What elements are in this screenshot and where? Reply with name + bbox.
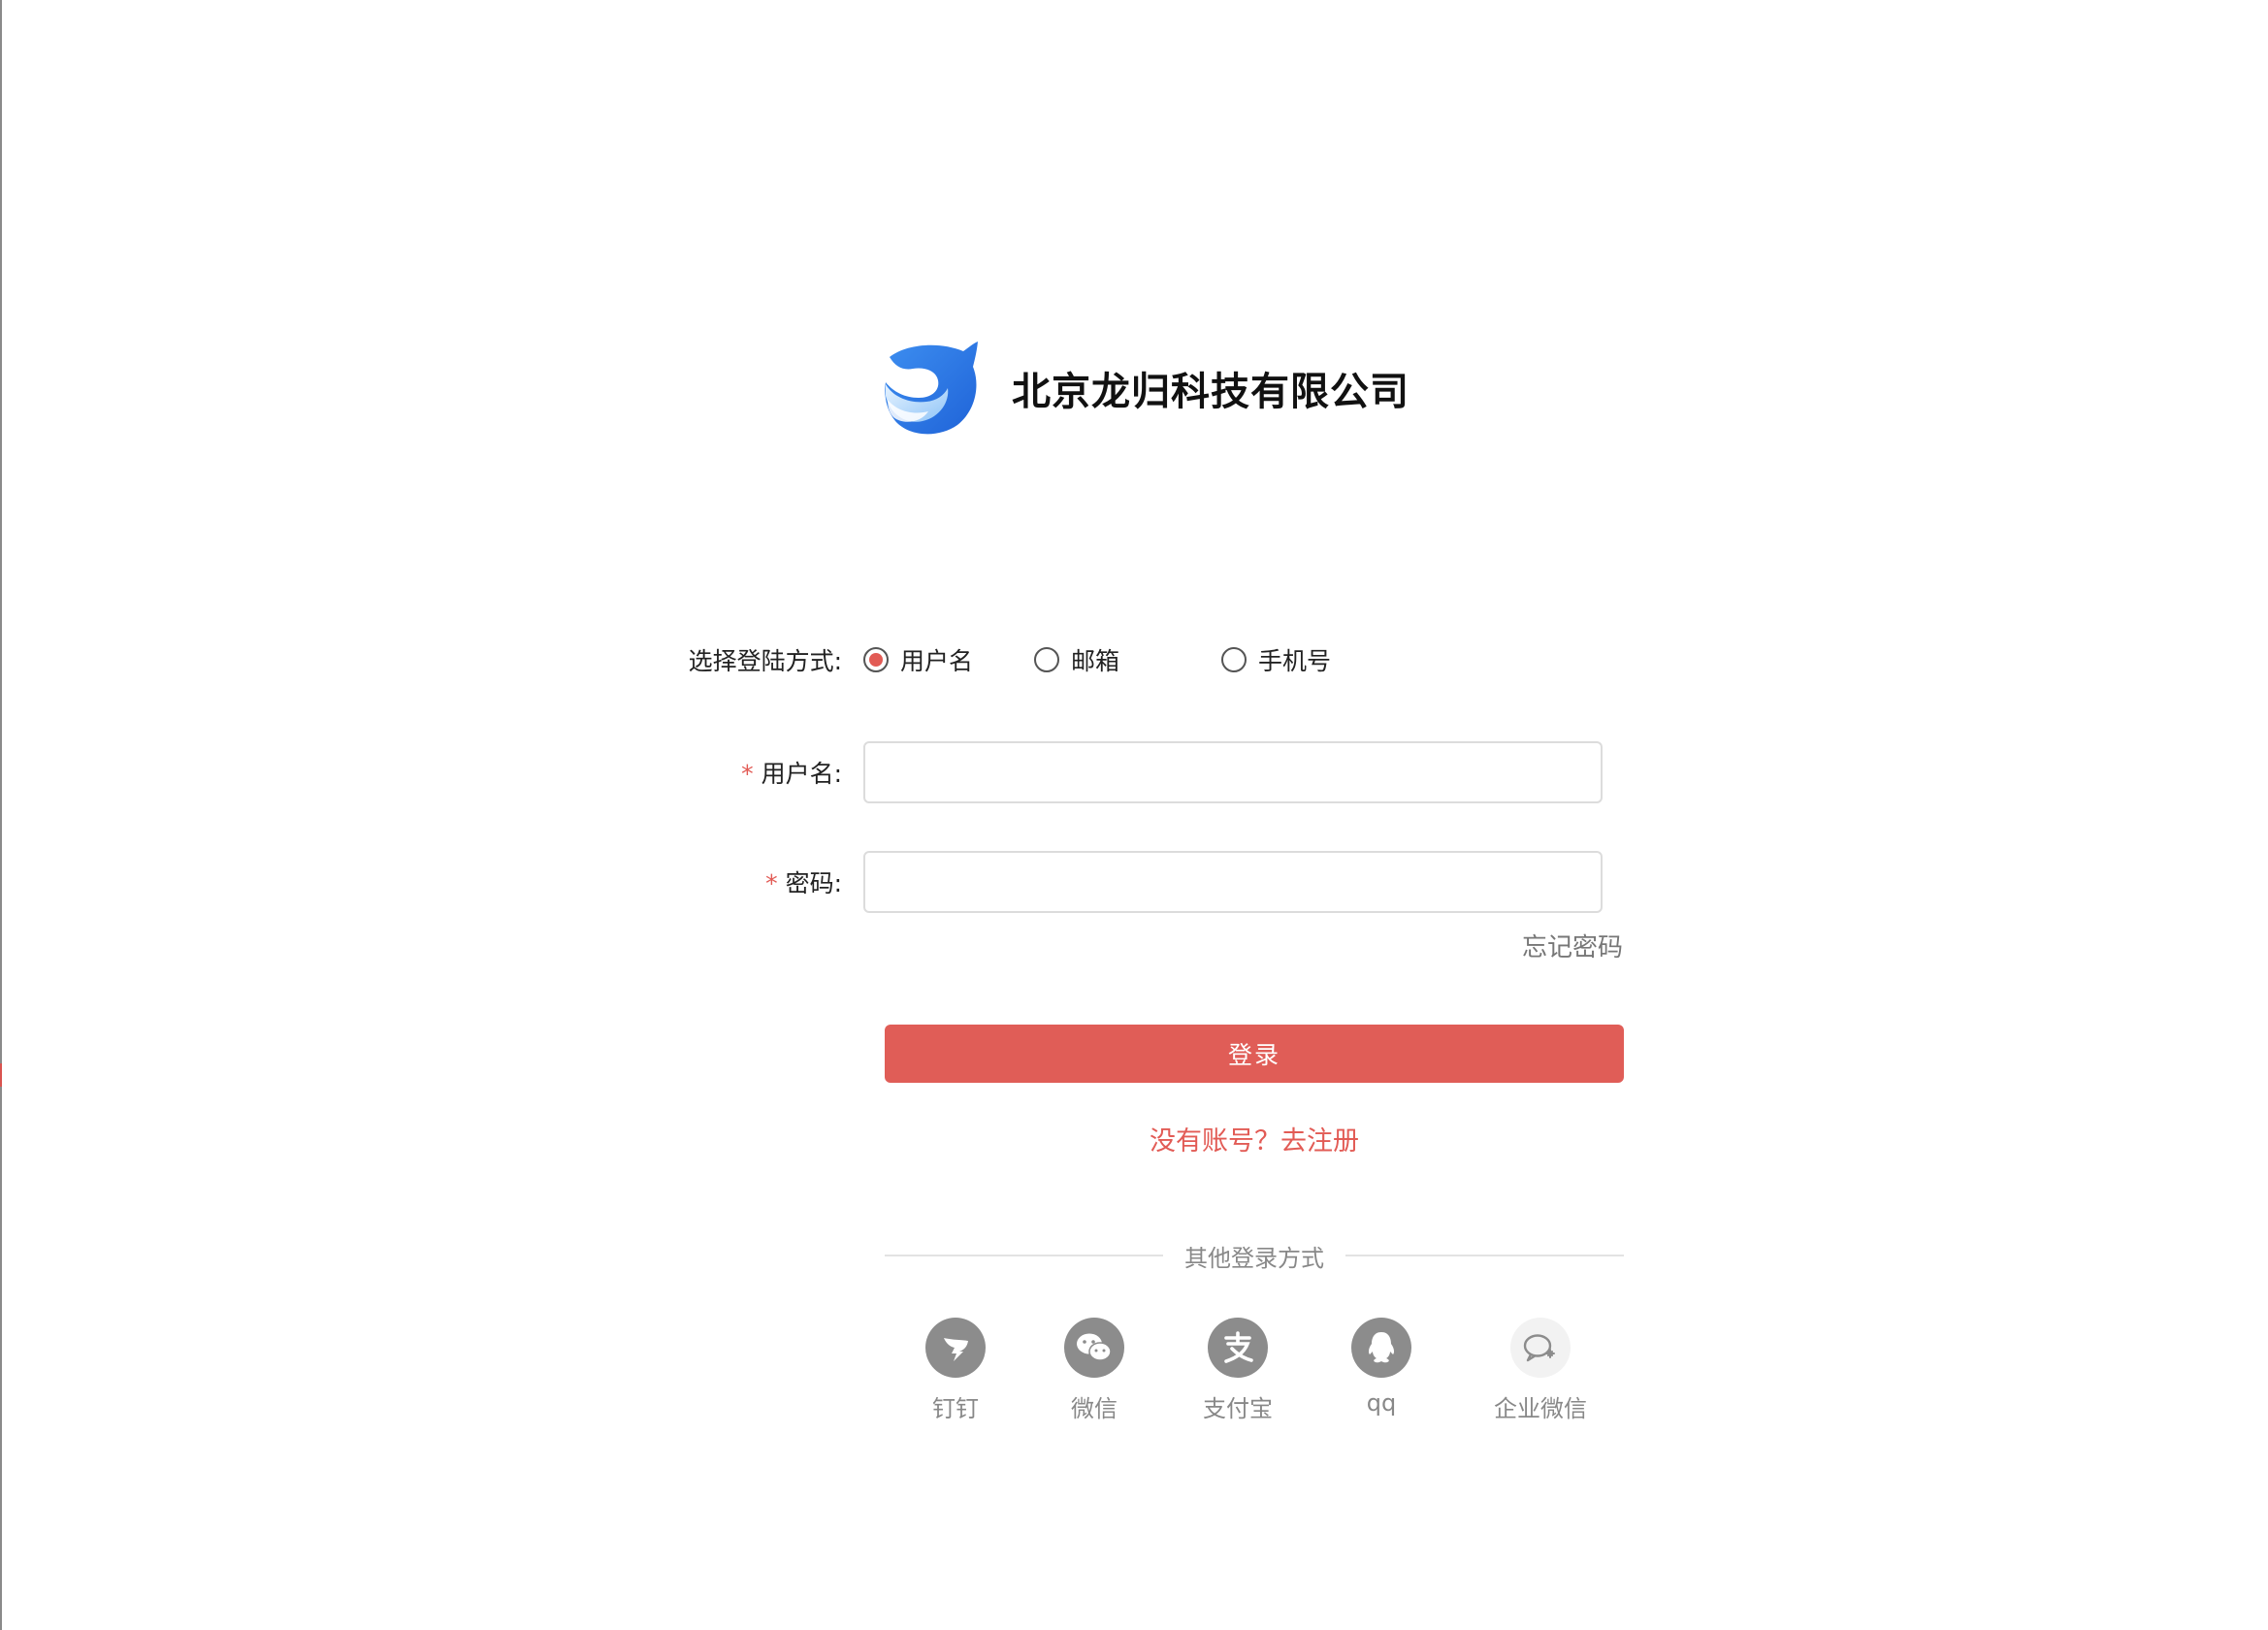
- required-mark: *: [741, 760, 754, 788]
- login-method-row: 选择登陆方式: 用户名 邮箱 手机号: [679, 640, 1649, 679]
- required-mark: *: [765, 869, 778, 897]
- window-left-edge: [0, 0, 2, 1630]
- social-wechat-label: 微信: [1071, 1395, 1118, 1422]
- brand-header: 北京龙归科技有限公司: [880, 340, 1409, 437]
- social-wecom-label: 企业微信: [1494, 1395, 1587, 1422]
- wecom-icon[interactable]: [1510, 1318, 1571, 1378]
- divider-line-left: [885, 1255, 1163, 1256]
- login-page: 北京龙归科技有限公司 选择登陆方式: 用户名 邮箱 手机号 * 用户名: * 密码:…: [0, 0, 2268, 1630]
- username-label-text: 用户名:: [761, 760, 842, 788]
- radio-phone-label: 手机号: [1258, 647, 1332, 675]
- social-wechat[interactable]: 微信: [1064, 1318, 1124, 1423]
- other-login-title: 其他登录方式: [1184, 1244, 1324, 1272]
- login-button[interactable]: 登录: [885, 1025, 1624, 1083]
- forgot-password-link[interactable]: 忘记密码: [1397, 928, 1623, 963]
- radio-username[interactable]: 用户名: [863, 642, 1034, 677]
- divider-line-right: [1345, 1255, 1624, 1256]
- password-input[interactable]: [863, 851, 1603, 913]
- social-qq[interactable]: qq: [1351, 1318, 1411, 1417]
- social-wecom[interactable]: 企业微信: [1490, 1318, 1591, 1423]
- radio-username-label: 用户名: [900, 647, 974, 675]
- social-dingtalk[interactable]: 钉钉: [925, 1318, 986, 1423]
- login-method-label: 选择登陆方式:: [688, 647, 842, 675]
- password-label-text: 密码:: [785, 869, 842, 897]
- radio-email[interactable]: 邮箱: [1034, 642, 1221, 677]
- username-row: * 用户名:: [679, 741, 1649, 803]
- social-dingtalk-label: 钉钉: [932, 1395, 979, 1422]
- radio-phone[interactable]: 手机号: [1221, 642, 1331, 677]
- username-input[interactable]: [863, 741, 1603, 803]
- dolphin-logo-icon: [885, 342, 978, 435]
- radio-unchecked-icon[interactable]: [1221, 647, 1247, 672]
- register-link[interactable]: 没有账号？去注册: [885, 1120, 1624, 1157]
- password-label: * 密码:: [679, 864, 863, 899]
- password-row: * 密码:: [679, 851, 1649, 913]
- qq-icon[interactable]: [1351, 1318, 1411, 1378]
- wechat-icon[interactable]: [1064, 1318, 1124, 1378]
- radio-unchecked-icon[interactable]: [1034, 647, 1059, 672]
- company-name: 北京龙归科技有限公司: [1012, 370, 1409, 414]
- radio-email-label: 邮箱: [1071, 647, 1120, 675]
- alipay-icon[interactable]: [1208, 1318, 1268, 1378]
- social-alipay[interactable]: 支付宝: [1203, 1318, 1273, 1423]
- social-qq-label: qq: [1366, 1389, 1397, 1417]
- other-login-divider: 其他登录方式: [885, 1238, 1624, 1273]
- radio-checked-icon[interactable]: [863, 647, 889, 672]
- window-edge-marker: [0, 1063, 2, 1087]
- dingtalk-icon[interactable]: [925, 1318, 986, 1378]
- username-label: * 用户名:: [679, 755, 863, 790]
- social-alipay-label: 支付宝: [1203, 1395, 1273, 1422]
